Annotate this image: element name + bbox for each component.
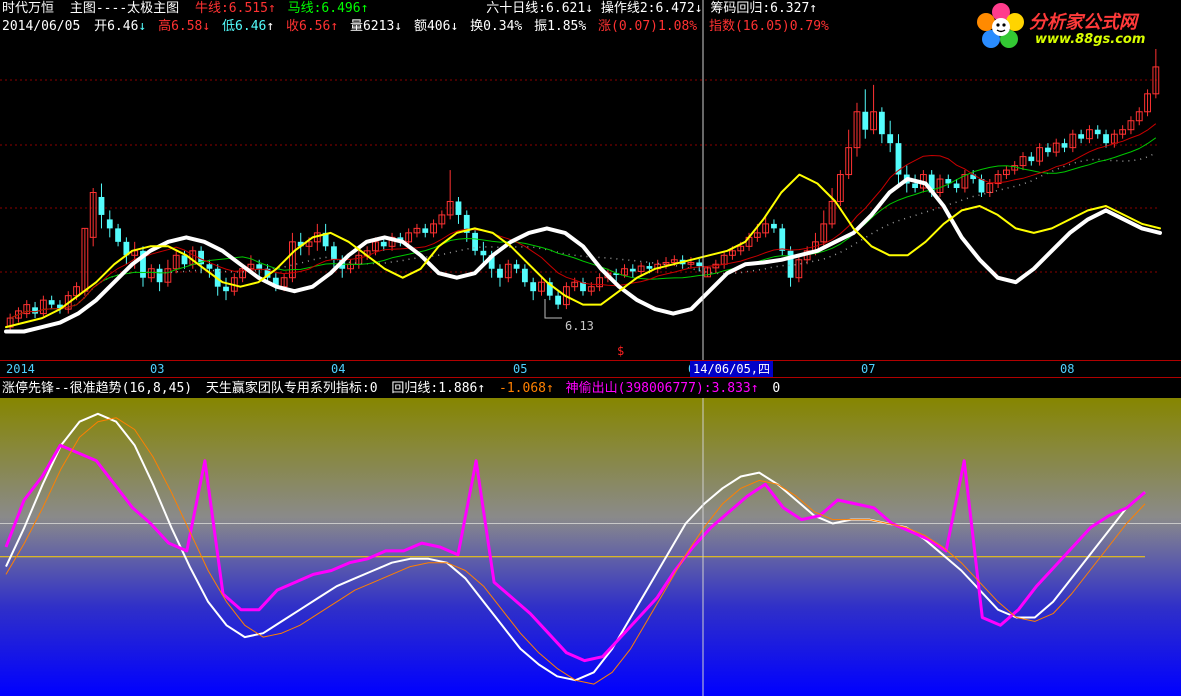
x-label-08: 08 (1060, 362, 1075, 376)
indicator-name[interactable]: 涨停先锋--很准趋势(16,8,45) (2, 381, 192, 396)
regression-arrow-icon: ↑ (477, 381, 486, 396)
candle-body (521, 268, 528, 283)
main-chart[interactable] (0, 0, 1181, 360)
candle-body (862, 111, 869, 130)
candle-body (646, 266, 653, 269)
shentou-label: 神偷出山 (565, 381, 618, 396)
candle-body (1061, 143, 1068, 148)
indicator-team: 天生赢家团队专用系列指标:0 (205, 381, 378, 396)
indicator-chart[interactable] (0, 398, 1181, 696)
x-label-2014: 2014 (6, 362, 35, 376)
candle-body (223, 286, 229, 292)
shentou-paren: (398006777) (617, 381, 704, 396)
candle-body (380, 241, 387, 247)
candle-body (1094, 129, 1101, 135)
regression-value: 回归线:1.886 (391, 381, 478, 396)
candle-body (1045, 147, 1051, 153)
x-label-04: 04 (331, 362, 346, 376)
candle-body (1028, 156, 1035, 162)
candle-body (978, 179, 985, 193)
candle-body (513, 264, 520, 269)
candle-body (206, 264, 213, 269)
candle-body (472, 232, 478, 251)
candle-body (48, 300, 55, 305)
candle-body (530, 282, 537, 292)
candle-body (106, 219, 113, 229)
candle-body (878, 111, 885, 135)
cursor-date-badge: 14/06/05,四 (690, 361, 774, 377)
zero-value: 0 (772, 381, 781, 396)
candle-body (953, 183, 960, 189)
x-label-07: 07 (861, 362, 876, 376)
series-line-1 (5, 173, 1161, 329)
candle-body (779, 228, 786, 251)
candle-body (115, 228, 121, 242)
candle-body (1103, 134, 1109, 144)
shentou-arrow-icon: ↑ (750, 381, 759, 396)
low-price-marker: 6.13 (565, 319, 594, 333)
indicator-header: 涨停先锋--很准趋势(16,8,45) 天生赢家团队专用系列指标:0 回归线:1… (2, 381, 780, 397)
dollar-marker: $ (617, 344, 625, 358)
x-label-05: 05 (513, 362, 528, 376)
candle-body (32, 307, 38, 314)
candle-body (497, 268, 503, 278)
candle-body (887, 134, 894, 144)
candle-body (787, 250, 794, 278)
candle-body (912, 183, 918, 189)
x-axis (0, 360, 1181, 378)
neg-arrow-icon: ↑ (546, 381, 554, 396)
candle-body (771, 223, 777, 229)
candle-body (422, 228, 429, 233)
x-label-03: 03 (150, 362, 165, 376)
candle-body (629, 268, 636, 272)
candle-body (156, 268, 163, 283)
candle-body (480, 250, 487, 256)
candle-body (98, 196, 105, 215)
candle-body (555, 295, 561, 305)
neg-value: -1.068 (499, 381, 546, 396)
candle-body (455, 201, 462, 215)
candle-body (256, 264, 263, 269)
candle-body (696, 262, 703, 267)
candle-body (1078, 134, 1085, 139)
shentou-value: :3.833 (703, 381, 751, 396)
